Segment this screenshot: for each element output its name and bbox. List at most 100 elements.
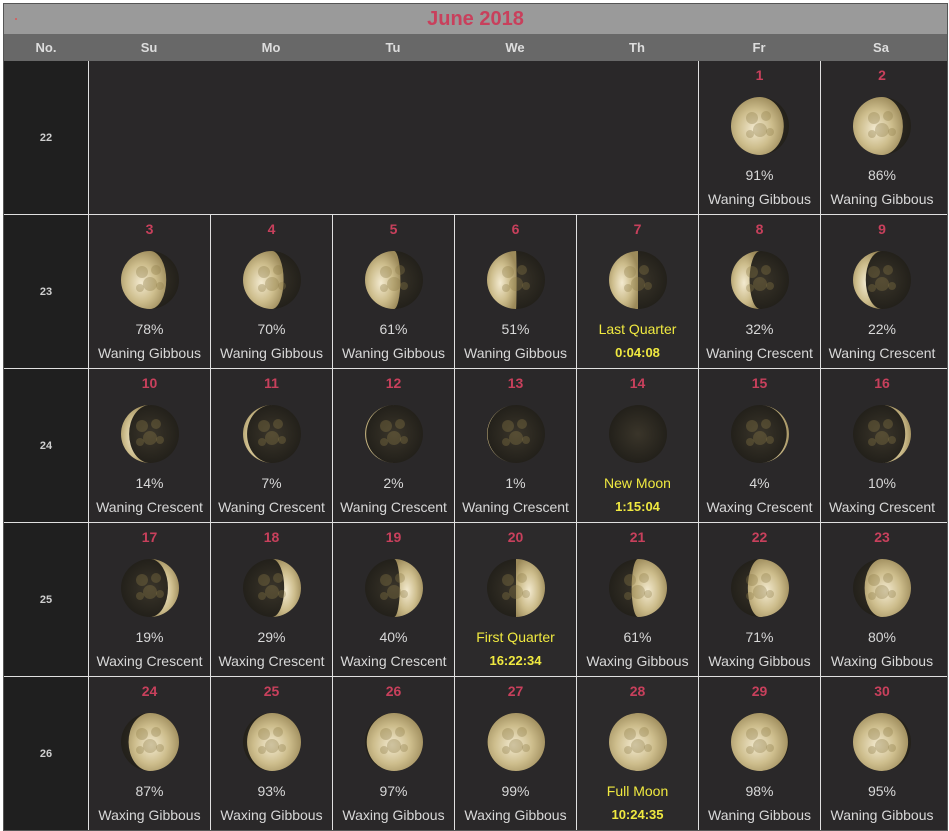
moon-phase-icon: [853, 559, 911, 617]
day-cell[interactable]: 5 61% Waning Gibbous: [333, 215, 455, 368]
day-cell[interactable]: 13 1% Waning Crescent: [455, 369, 577, 522]
moon-crater: [135, 574, 148, 586]
day-cell[interactable]: 2 86% Waning Gibbous: [821, 61, 943, 214]
moon-crater: [501, 420, 514, 432]
day-cell[interactable]: 3 78% Waning Gibbous: [89, 215, 211, 368]
moon-crater: [623, 574, 636, 586]
moon-crater: [264, 277, 279, 291]
phase-name: Waxing Crescent: [828, 499, 936, 515]
moon-crater: [155, 436, 164, 444]
day-number: 14: [629, 375, 646, 391]
day-cell[interactable]: 15 4% Waxing Crescent: [699, 369, 821, 522]
moon-crater: [386, 739, 401, 753]
illumination-percent: 61%: [379, 321, 408, 337]
moon-crater: [521, 282, 530, 290]
day-number: 9: [878, 221, 886, 237]
moon-crater: [868, 438, 876, 446]
day-cell[interactable]: 24 87% Waxing Gibbous: [89, 677, 211, 830]
day-cell[interactable]: 11 7% Waning Crescent: [211, 369, 333, 522]
day-cell[interactable]: 17 19% Waxing Crescent: [89, 523, 211, 676]
moon-crater: [638, 727, 649, 737]
moon-crater: [630, 277, 645, 291]
day-cell[interactable]: 1 91% Waning Gibbous: [699, 61, 821, 214]
day-cell[interactable]: 10 14% Waning Crescent: [89, 369, 211, 522]
day-cell[interactable]: 26 97% Waxing Gibbous: [333, 677, 455, 830]
moon-crater: [257, 266, 270, 278]
day-cell[interactable]: 6 51% Waning Gibbous: [455, 215, 577, 368]
day-number: 2: [878, 67, 886, 83]
day-cell[interactable]: 18 29% Waxing Crescent: [211, 523, 333, 676]
moon-crater: [257, 592, 266, 600]
day-cell[interactable]: 9 22% Waning Crescent: [821, 215, 943, 368]
day-number: 13: [507, 375, 524, 391]
moon-crater: [277, 282, 286, 290]
illumination-percent: 40%: [379, 629, 408, 645]
day-cell[interactable]: 22 71% Waxing Gibbous: [699, 523, 821, 676]
day-cell[interactable]: 8 32% Waning Crescent: [699, 215, 821, 368]
moon-crater: [868, 112, 880, 124]
moon-crater: [501, 284, 510, 292]
illumination-percent: 78%: [135, 321, 164, 337]
day-cell[interactable]: 12 2% Waning Crescent: [333, 369, 455, 522]
day-cell[interactable]: 20 First Quarter 16:22:34: [455, 523, 577, 676]
week-row: 24 10 14% Waning Crescent 11 7% Waning Cresc…: [4, 368, 947, 522]
moon-crater: [399, 590, 408, 598]
moon-calendar: June 2018 No. Su Mo Tu We Th Fr Sa 22 1 9…: [3, 3, 948, 831]
day-cell[interactable]: 7 Last Quarter 0:04:08: [577, 215, 699, 368]
week-row: 23 3 78% Waning Gibbous 4 70% Waning Gibbous…: [4, 214, 947, 368]
empty-days: [89, 61, 699, 214]
moon-crater: [521, 436, 530, 444]
phase-name: Waning Crescent: [218, 499, 325, 515]
calendar-title: June 2018: [427, 8, 524, 30]
moon-dark-side: [608, 405, 667, 463]
day-cell[interactable]: 27 99% Waxing Gibbous: [455, 677, 577, 830]
moon-crater: [394, 419, 405, 429]
moon-phase-icon: [486, 559, 545, 617]
phase-event-label: New Moon: [604, 475, 671, 491]
moon-crater: [399, 744, 408, 752]
moon-phase-icon: [242, 559, 301, 617]
day-number: 21: [629, 529, 646, 545]
moon-crater: [868, 574, 880, 586]
day-cell[interactable]: 19 40% Waxing Crescent: [333, 523, 455, 676]
moon-crater: [257, 420, 270, 432]
week-number: 23: [4, 215, 89, 368]
moon-crater: [394, 573, 405, 583]
moon-crater: [155, 590, 164, 598]
moon-crater: [386, 277, 401, 291]
illumination-percent: 2%: [383, 475, 404, 491]
moon-crater: [883, 727, 893, 737]
day-number: 15: [751, 375, 768, 391]
illumination-percent: 93%: [257, 783, 286, 799]
moon-phase-icon: [120, 251, 179, 309]
moon-crater: [379, 728, 392, 740]
day-number: 24: [141, 683, 158, 699]
day-cell[interactable]: 21 61% Waxing Gibbous: [577, 523, 699, 676]
moon-crater: [883, 573, 893, 583]
illumination-percent: 22%: [867, 321, 897, 337]
moon-crater: [765, 282, 774, 290]
moon-crater: [760, 419, 771, 429]
phase-event-label: Last Quarter: [598, 321, 677, 337]
week-number: 26: [4, 677, 89, 830]
moon-crater: [638, 265, 649, 275]
moon-crater: [277, 436, 286, 444]
day-cell[interactable]: 29 98% Waning Gibbous: [699, 677, 821, 830]
day-cell[interactable]: 25 93% Waxing Gibbous: [211, 677, 333, 830]
day-cell[interactable]: 28 Full Moon 10:24:35: [577, 677, 699, 830]
day-cell[interactable]: 4 70% Waning Gibbous: [211, 215, 333, 368]
day-cell[interactable]: 14 New Moon 1:15:04: [577, 369, 699, 522]
moon-crater: [765, 436, 774, 444]
moon-crater: [623, 266, 636, 278]
day-cell[interactable]: 16 10% Waxing Crescent: [821, 369, 943, 522]
moon-crater: [883, 419, 893, 429]
day-number: 17: [141, 529, 158, 545]
day-cell[interactable]: 23 80% Waxing Gibbous: [821, 523, 943, 676]
moon-phase-icon: [730, 97, 789, 155]
day-cell[interactable]: 30 95% Waning Gibbous: [821, 677, 943, 830]
moon-crater: [135, 746, 144, 754]
illumination-percent: 32%: [745, 321, 774, 337]
moon-phase-icon: [364, 251, 423, 309]
moon-phase-icon: [853, 251, 911, 309]
moon-phase-icon: [364, 713, 423, 771]
